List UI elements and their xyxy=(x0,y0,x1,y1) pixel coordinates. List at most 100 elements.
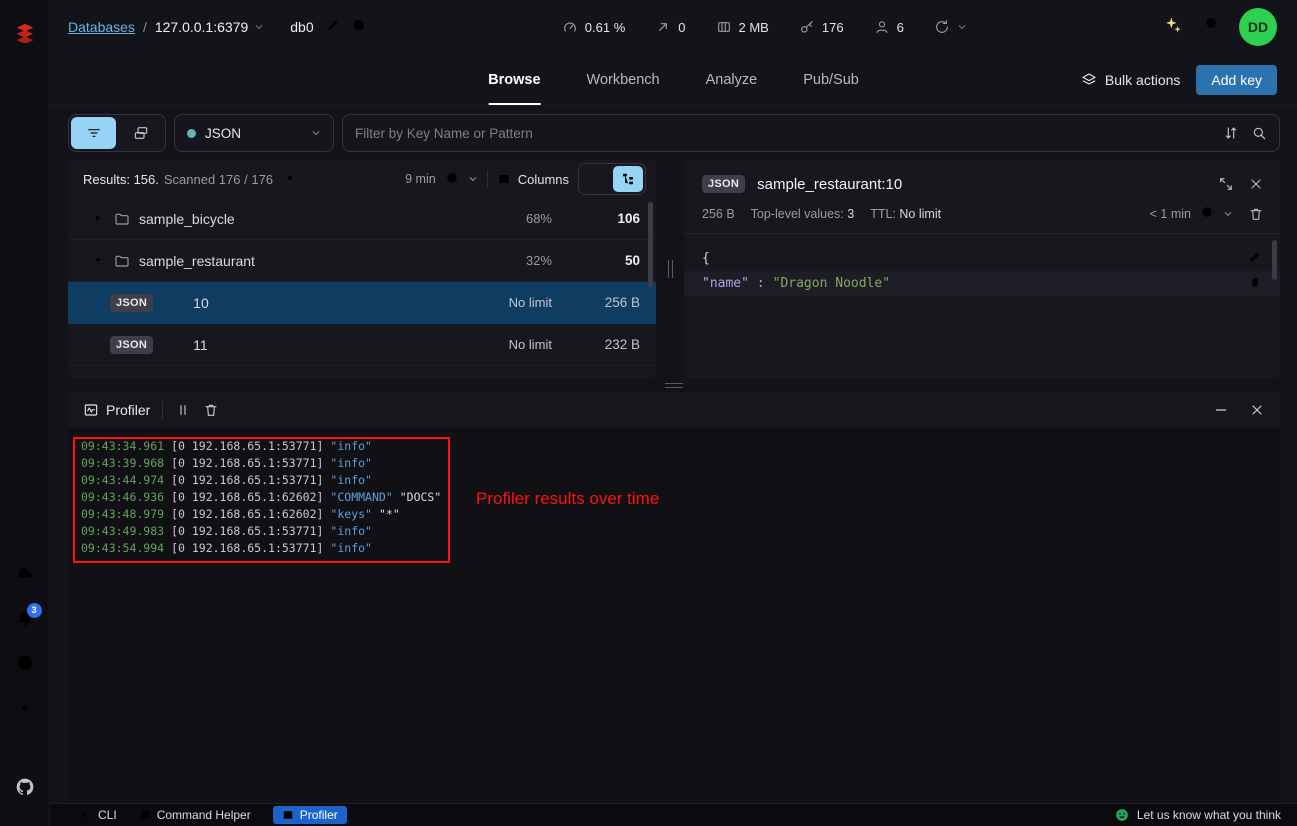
top-level-label: Top-level values: xyxy=(751,207,844,221)
key-search-input[interactable] xyxy=(355,126,1211,141)
json-open-brace: { xyxy=(702,251,710,266)
filter-mode-button[interactable] xyxy=(71,117,116,149)
expand-details-button[interactable] xyxy=(1218,176,1234,192)
key-ttl: No limit xyxy=(442,337,552,352)
command-helper-icon xyxy=(139,809,151,821)
breadcrumb-databases-link[interactable]: Databases xyxy=(68,19,135,35)
minimize-icon xyxy=(1213,402,1229,418)
github-button[interactable] xyxy=(15,777,35,802)
refresh-icon xyxy=(1200,205,1214,219)
minimize-profiler-button[interactable] xyxy=(1213,402,1229,418)
refresh-settings-button[interactable] xyxy=(468,174,478,184)
insights-button[interactable] xyxy=(1201,15,1221,40)
notifications-button[interactable]: 3 xyxy=(15,608,35,633)
panel-resizer-horizontal[interactable] xyxy=(68,378,1280,392)
chevron-down-icon[interactable] xyxy=(92,253,114,269)
key-type-select[interactable]: JSON xyxy=(174,114,334,152)
json-viewer-scrollbar[interactable] xyxy=(1272,240,1277,280)
edit-json-button[interactable] xyxy=(1248,250,1262,268)
scan-settings-button[interactable] xyxy=(283,171,297,188)
key-list-scrollbar[interactable] xyxy=(648,202,653,288)
group-percent: 32% xyxy=(442,253,552,268)
key-group-row-sample-bicycle[interactable]: sample_bicycle 68% 106 xyxy=(68,198,656,240)
delete-key-button[interactable] xyxy=(1248,206,1264,222)
tab-browse[interactable]: Browse xyxy=(488,54,540,105)
columns-button[interactable]: Columns xyxy=(497,172,569,187)
trash-icon xyxy=(203,402,219,418)
close-profiler-button[interactable] xyxy=(1249,402,1265,418)
database-host: 127.0.0.1:6379 xyxy=(155,19,248,35)
key-row-11[interactable]: JSON 11 No limit 232 B xyxy=(68,324,656,366)
tab-analyze[interactable]: Analyze xyxy=(706,54,758,105)
json-root-line[interactable]: { xyxy=(684,246,1280,271)
divider xyxy=(162,401,163,419)
cloud-icon xyxy=(15,563,35,583)
database-selector[interactable]: 127.0.0.1:6379 xyxy=(155,19,264,35)
log-line: 09:43:34.961[0 192.168.65.1:53771]"info" xyxy=(81,438,1280,455)
chevron-down-icon xyxy=(957,22,967,32)
close-details-button[interactable] xyxy=(1248,176,1264,192)
key-size: 232 B xyxy=(552,337,640,352)
command-helper-button[interactable]: Command Helper xyxy=(139,808,251,822)
key-row-10[interactable]: JSON 10 No limit 256 B xyxy=(68,282,656,324)
chevron-down-icon xyxy=(254,22,264,32)
list-view-button[interactable] xyxy=(581,166,611,192)
ttl: TTL: No limit xyxy=(870,207,941,221)
tab-pubsub[interactable]: Pub/Sub xyxy=(803,54,859,105)
gear-icon xyxy=(15,698,35,718)
copilot-button[interactable] xyxy=(1163,15,1183,40)
add-key-button[interactable]: Add key xyxy=(1196,65,1277,95)
bulk-actions-button[interactable]: Bulk actions xyxy=(1081,72,1180,88)
cli-button[interactable]: CLI xyxy=(80,808,117,822)
group-mode-button[interactable] xyxy=(118,117,163,149)
db-info-button[interactable] xyxy=(352,18,366,37)
key-name: 10 xyxy=(193,295,442,311)
chevron-right-icon[interactable] xyxy=(92,211,114,227)
key-details-header-icons xyxy=(1218,176,1264,192)
key-group-row-sample-restaurant[interactable]: sample_restaurant 32% 50 xyxy=(68,240,656,282)
command-helper-label: Command Helper xyxy=(157,808,251,822)
profiler-toggle-button[interactable]: Profiler xyxy=(273,806,347,824)
refresh-keys-button[interactable] xyxy=(445,171,459,188)
key-list-header-right: 9 min Columns xyxy=(405,163,646,195)
json-field-line[interactable]: "name" : "Dragon Noodle" xyxy=(684,271,1280,296)
refresh-details-settings-button[interactable] xyxy=(1223,209,1233,219)
key-ttl: No limit xyxy=(442,295,552,310)
support-button[interactable] xyxy=(15,653,35,678)
settings-button[interactable] xyxy=(15,698,35,723)
profiler-log-area[interactable]: 09:43:34.961[0 192.168.65.1:53771]"info"… xyxy=(68,428,1280,803)
tab-workbench[interactable]: Workbench xyxy=(587,54,660,105)
metrics-refresh-button[interactable] xyxy=(934,19,967,35)
avatar[interactable]: DD xyxy=(1239,8,1277,46)
feedback-button[interactable]: Let us know what you think xyxy=(1115,808,1281,822)
cli-label: CLI xyxy=(98,808,117,822)
log-line: 09:43:39.968[0 192.168.65.1:53771]"info" xyxy=(81,455,1280,472)
chevron-down-icon xyxy=(311,128,321,138)
edit-alias-button[interactable] xyxy=(326,18,340,37)
metric-cpu-value: 0.61 % xyxy=(585,20,625,35)
metric-clients: 6 xyxy=(874,19,904,35)
close-icon xyxy=(1248,176,1264,192)
sort-icon xyxy=(1223,125,1239,141)
pause-profiler-button[interactable] xyxy=(175,402,191,418)
delete-field-button[interactable] xyxy=(1248,275,1262,293)
clear-profiler-button[interactable] xyxy=(203,402,219,418)
key-details-name[interactable]: sample_restaurant:10 xyxy=(757,176,902,193)
refresh-details-button[interactable] xyxy=(1200,205,1214,222)
search-icon xyxy=(1251,125,1267,141)
tree-view-button[interactable] xyxy=(613,166,643,192)
panel-resizer-vertical[interactable] xyxy=(656,160,684,378)
pencil-icon xyxy=(1248,250,1262,264)
log-line: 09:43:54.994[0 192.168.65.1:53771]"info" xyxy=(81,540,1280,557)
metric-keys: 176 xyxy=(799,19,844,35)
json-field-key: "name" : xyxy=(702,276,765,291)
key-details-meta-right: < 1 min xyxy=(1150,205,1264,222)
results-count: Results: 156. xyxy=(83,172,159,187)
folder-icon xyxy=(114,211,130,227)
cloud-button[interactable] xyxy=(15,563,35,588)
redis-logo[interactable] xyxy=(15,23,35,48)
ttl-value[interactable]: No limit xyxy=(899,207,941,221)
lightbulb-icon xyxy=(1201,15,1221,35)
metric-cpu: 0.61 % xyxy=(562,19,625,35)
group-count: 106 xyxy=(552,211,640,226)
